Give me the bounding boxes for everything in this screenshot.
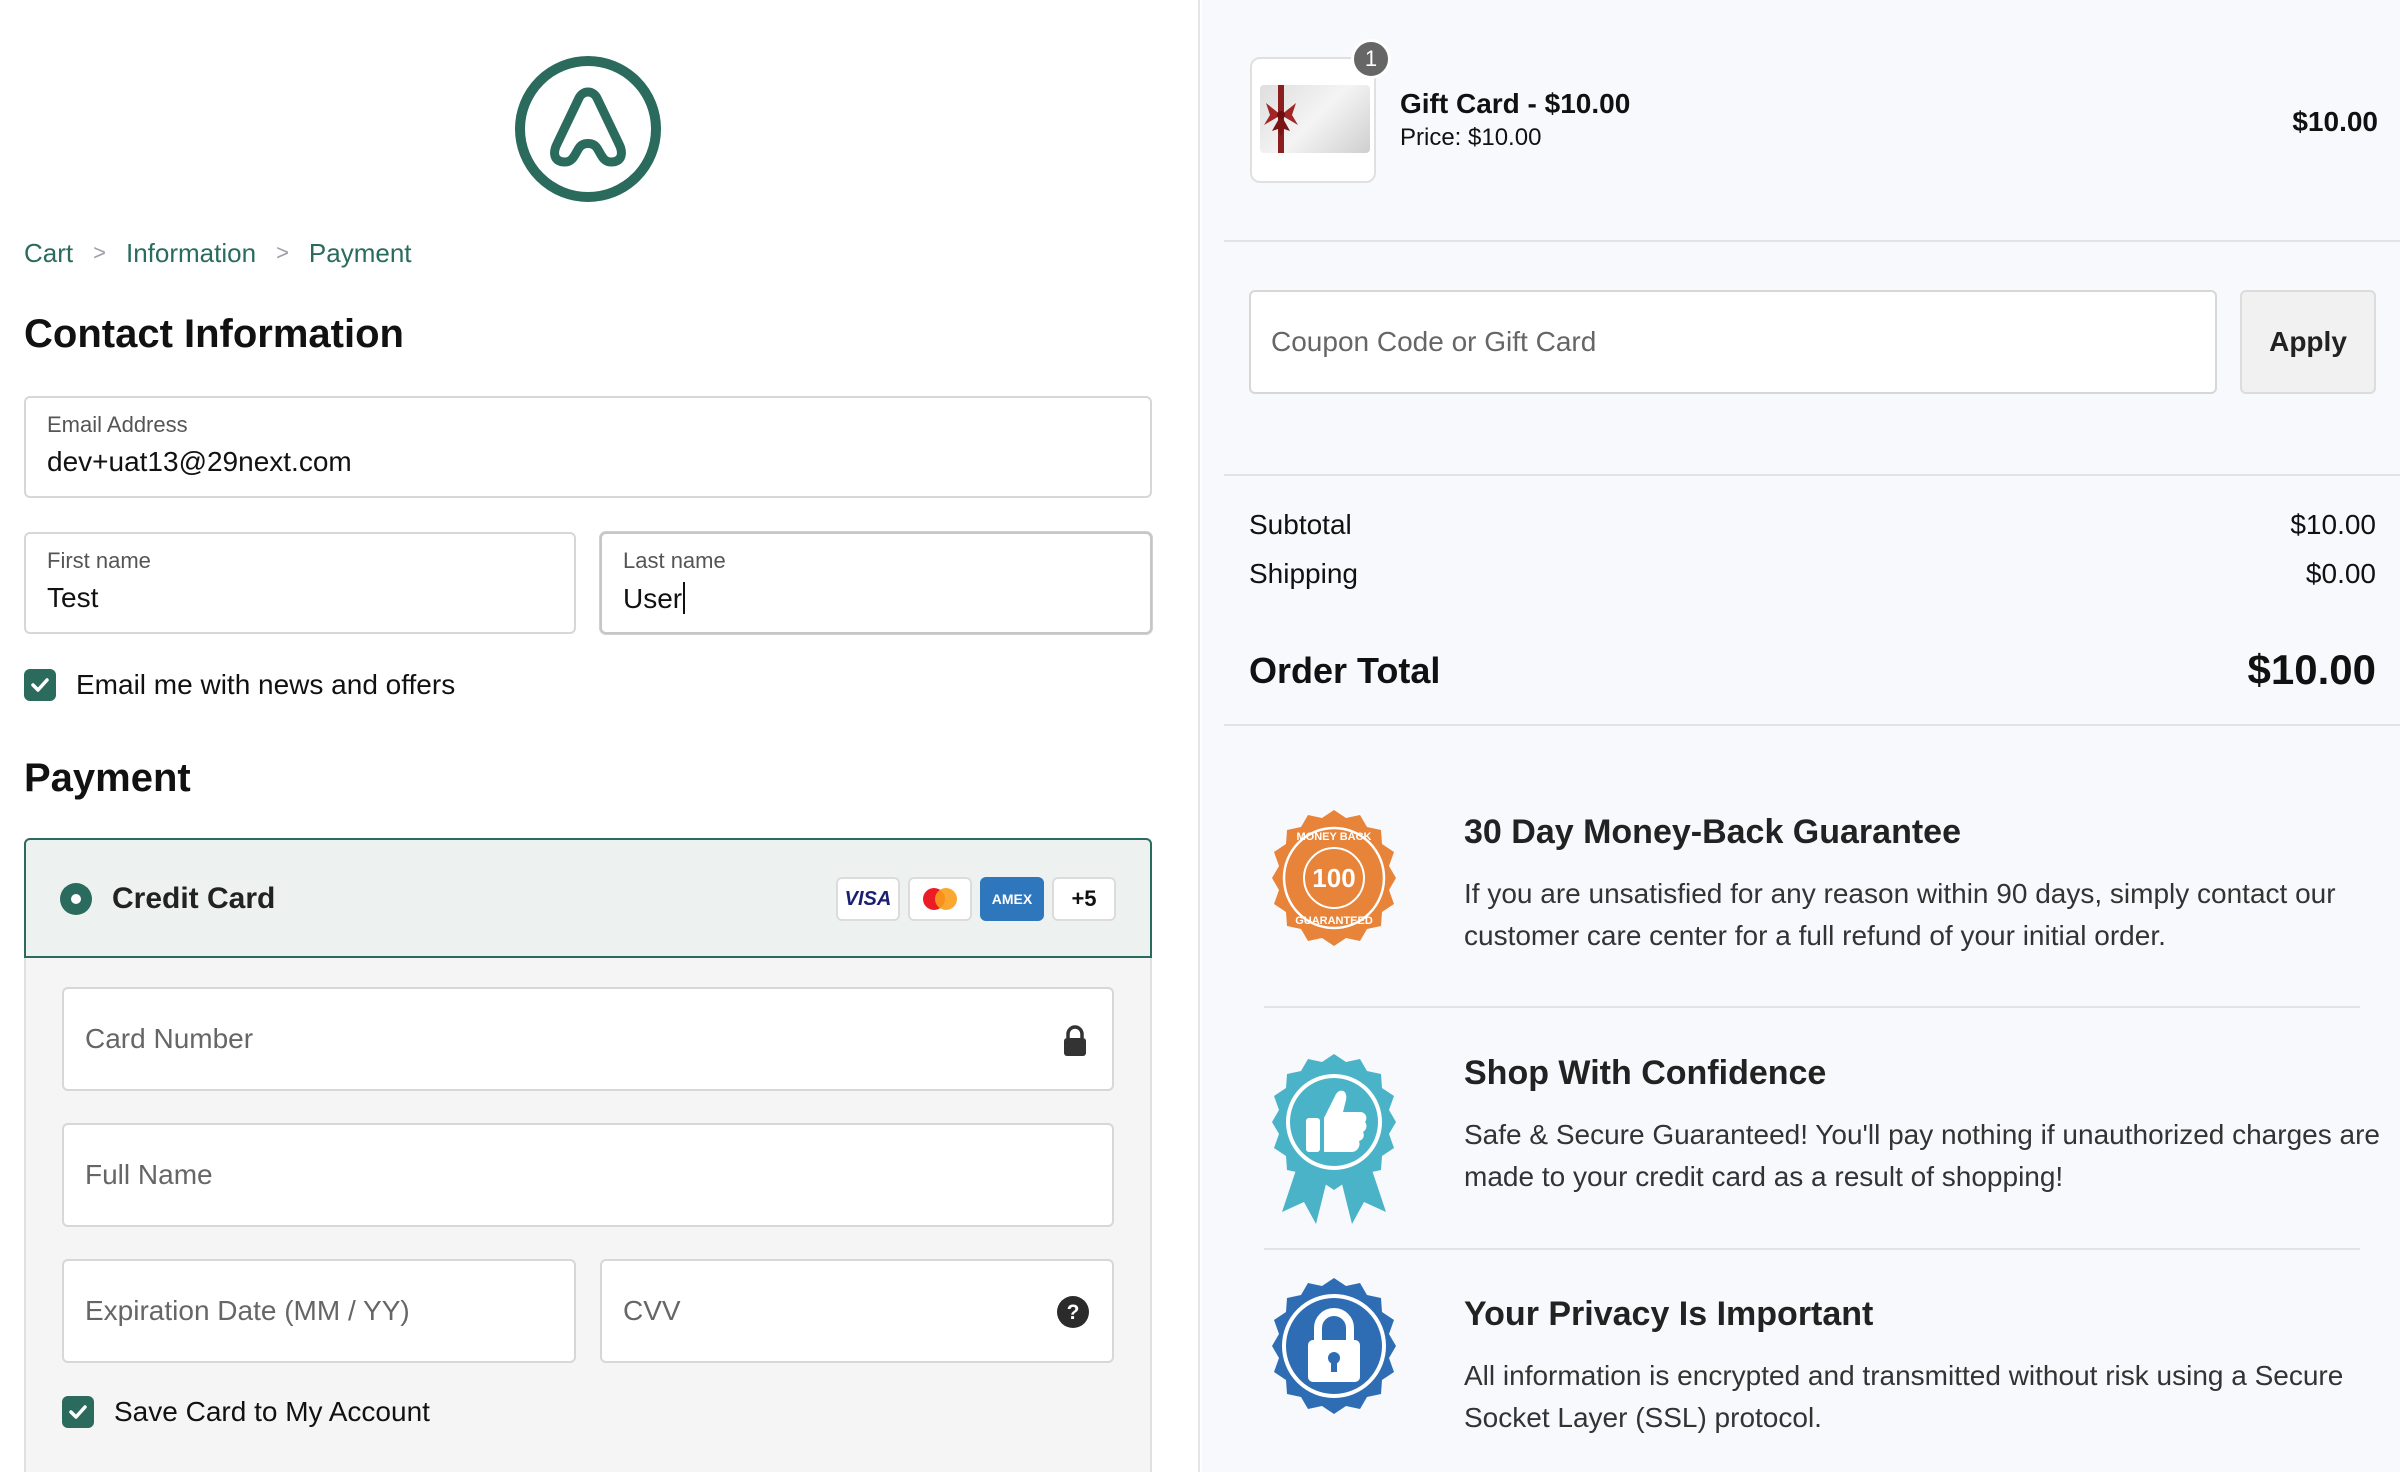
guarantee-title: Your Privacy Is Important <box>1464 1295 1874 1333</box>
product-thumbnail <box>1250 57 1376 183</box>
card-number-input[interactable]: Card Number <box>62 987 1114 1091</box>
apply-coupon-button[interactable]: Apply <box>2240 290 2376 394</box>
coupon-input[interactable]: Coupon Code or Gift Card <box>1249 290 2217 394</box>
payment-section-title: Payment <box>24 756 191 800</box>
money-back-badge-icon: 100 MONEY BACK GUARANTEED <box>1272 810 1396 946</box>
credit-card-option[interactable]: Credit Card VISA AMEX +5 <box>24 838 1152 958</box>
guarantee-text: All information is encrypted and transmi… <box>1464 1360 2344 1433</box>
divider <box>1264 1248 2360 1250</box>
amex-icon: AMEX <box>980 877 1044 921</box>
divider <box>1224 474 2400 476</box>
full-name-input[interactable]: Full Name <box>62 1123 1114 1227</box>
svg-text:?: ? <box>1067 1301 1080 1324</box>
shipping-value: $0.00 <box>2305 558 2376 589</box>
badge-bottom-text: GUARANTEED <box>1295 915 1373 927</box>
guarantee-title: Shop With Confidence <box>1464 1054 1827 1092</box>
save-card-label: Save Card to My Account <box>114 1396 430 1427</box>
badge-top-text: MONEY BACK <box>1297 831 1372 843</box>
expiration-placeholder: Expiration Date (MM / YY) <box>85 1295 410 1326</box>
card-brand-icons: VISA AMEX +5 <box>836 877 1116 921</box>
guarantee-title: 30 Day Money-Back Guarantee <box>1464 813 1961 851</box>
coupon-placeholder: Coupon Code or Gift Card <box>1271 326 1597 357</box>
contact-section-title: Contact Information <box>24 312 404 356</box>
last-name-value: User <box>623 583 683 614</box>
card-number-placeholder: Card Number <box>85 1023 254 1054</box>
divider <box>1264 1006 2360 1008</box>
credit-card-label: Credit Card <box>112 882 276 915</box>
guarantee-text: If you are unsatisfied for any reason wi… <box>1464 878 2336 951</box>
last-name-label: Last name <box>623 548 726 573</box>
email-field-value[interactable]: dev+uat13@29next.com <box>47 446 352 478</box>
product-name: Gift Card - $10.00 <box>1400 88 1631 119</box>
more-cards-badge: +5 <box>1052 877 1116 921</box>
order-summary-column: Gift Card - $10.00 Price: $10.00 $10.00 … <box>1202 0 2400 1472</box>
gift-bow-icon <box>1264 85 1298 153</box>
breadcrumb-payment[interactable]: Payment <box>309 238 412 269</box>
order-total-value: $10.00 <box>2247 646 2376 693</box>
visa-icon: VISA <box>836 877 900 921</box>
first-name-label: First name <box>47 548 151 573</box>
credit-card-radio[interactable] <box>60 883 92 915</box>
checkmark-icon <box>69 1405 87 1419</box>
product-unit-price: Price: $10.00 <box>1400 124 1542 151</box>
lock-icon <box>1064 1025 1086 1056</box>
product-line-total: $10.00 <box>2292 106 2378 137</box>
save-card-checkbox[interactable] <box>62 1396 94 1428</box>
email-field[interactable]: Email Address dev+uat13@29next.com <box>24 396 1152 498</box>
newsletter-label: Email me with news and offers <box>76 669 456 700</box>
last-name-value-wrap[interactable]: User <box>623 582 686 615</box>
breadcrumb-cart[interactable]: Cart <box>24 238 73 269</box>
checkmark-icon <box>31 678 49 692</box>
shipping-label: Shipping <box>1249 558 1358 589</box>
help-icon[interactable]: ? <box>1056 1295 1090 1329</box>
thumbs-up-ribbon-icon <box>1272 1054 1396 1224</box>
gift-card-image <box>1260 85 1370 153</box>
last-name-field[interactable]: Last name User <box>600 532 1152 634</box>
badge-number: 100 <box>1312 863 1355 893</box>
text-caret <box>683 582 686 614</box>
newsletter-checkbox-row[interactable]: Email me with news and offers <box>24 669 455 701</box>
expiration-date-input[interactable]: Expiration Date (MM / YY) <box>62 1259 576 1363</box>
email-field-label: Email Address <box>47 412 188 437</box>
breadcrumb-separator: > <box>93 240 106 265</box>
first-name-field[interactable]: First name Test <box>24 532 576 634</box>
subtotal-label: Subtotal <box>1249 509 1352 540</box>
newsletter-checkbox[interactable] <box>24 669 56 701</box>
divider <box>1224 240 2400 242</box>
guarantee-text: Safe & Secure Guaranteed! You'll pay not… <box>1464 1119 2380 1192</box>
mastercard-icon <box>908 877 972 921</box>
radio-dot <box>71 894 81 904</box>
padlock-badge-icon <box>1272 1278 1396 1414</box>
breadcrumb: Cart > Information > Payment <box>24 236 412 270</box>
order-total-label: Order Total <box>1249 650 1441 691</box>
full-name-placeholder: Full Name <box>85 1159 213 1190</box>
first-name-value[interactable]: Test <box>47 582 98 614</box>
checkout-form-column: Cart > Information > Payment Contact Inf… <box>0 0 1200 1472</box>
quantity-badge: 1 <box>1351 39 1391 79</box>
cvv-input[interactable]: CVV ? <box>600 1259 1114 1363</box>
breadcrumb-information[interactable]: Information <box>126 238 256 269</box>
save-card-checkbox-row[interactable]: Save Card to My Account <box>62 1396 430 1428</box>
cvv-placeholder: CVV <box>623 1295 681 1326</box>
subtotal-value: $10.00 <box>2290 509 2376 540</box>
brand-logo-icon[interactable] <box>513 54 663 204</box>
breadcrumb-separator: > <box>276 240 289 265</box>
divider <box>1224 724 2400 726</box>
